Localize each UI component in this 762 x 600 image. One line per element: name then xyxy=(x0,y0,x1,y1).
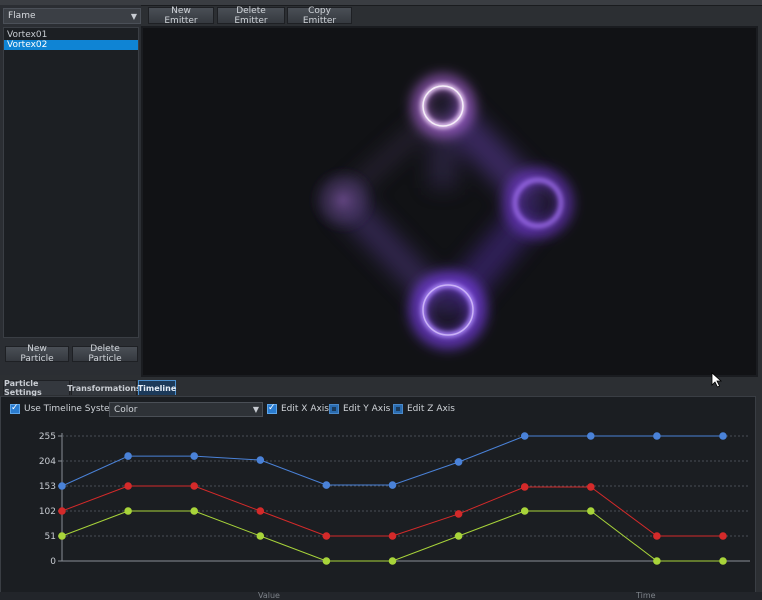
data-point xyxy=(190,482,198,490)
new-emitter-button[interactable]: New Emitter xyxy=(148,6,214,26)
data-point xyxy=(587,483,595,491)
new-particle-button[interactable]: New Particle xyxy=(5,344,69,364)
data-point xyxy=(388,557,397,565)
data-point xyxy=(653,557,661,565)
copy-emitter-button[interactable]: Copy Emitter xyxy=(287,6,352,26)
use-timeline-checkbox[interactable] xyxy=(10,403,20,414)
footer-value-label: Value xyxy=(258,591,280,600)
edit-z-axis-label: Edit Z Axis xyxy=(407,404,455,414)
y-tick-label: 204 xyxy=(39,457,56,467)
edit-z-axis-checkbox[interactable] xyxy=(393,404,403,414)
data-point xyxy=(124,507,132,515)
data-point xyxy=(454,510,463,518)
data-point xyxy=(256,507,265,515)
data-point xyxy=(653,432,661,440)
data-point xyxy=(388,532,397,540)
data-point xyxy=(587,507,595,515)
y-tick-label: 0 xyxy=(50,557,56,567)
data-point xyxy=(520,507,529,515)
edit-x-axis-label: Edit X Axis xyxy=(281,404,329,414)
data-point xyxy=(520,483,529,491)
list-item[interactable]: Vortex02 xyxy=(4,40,138,50)
data-point xyxy=(124,452,132,460)
mouse-cursor-icon xyxy=(711,372,723,388)
tab-timeline[interactable]: Timeline xyxy=(138,380,176,395)
footer-time-label: Time xyxy=(636,591,656,600)
particle-list-panel: Flame ▼ Vortex01 Vortex02 New Particle D… xyxy=(0,5,141,375)
y-tick-label: 153 xyxy=(39,482,56,492)
y-tick-label: 51 xyxy=(45,532,56,542)
data-point xyxy=(719,532,727,540)
data-point xyxy=(124,482,132,490)
use-timeline-label: Use Timeline System xyxy=(24,404,119,414)
particle-list[interactable]: Vortex01 Vortex02 xyxy=(3,27,139,338)
data-point xyxy=(719,432,727,440)
delete-emitter-button[interactable]: Delete Emitter xyxy=(217,6,285,26)
tab-transformations[interactable]: Transformations xyxy=(67,380,141,395)
data-point xyxy=(322,481,331,489)
timeline-chart[interactable]: 255 204 153 102 51 0 xyxy=(1,423,755,593)
edit-y-axis-checkbox[interactable] xyxy=(329,404,339,414)
data-point xyxy=(719,557,727,565)
data-point xyxy=(58,507,66,515)
data-point xyxy=(58,532,66,540)
data-point xyxy=(190,507,198,515)
data-point xyxy=(520,432,529,440)
data-point xyxy=(454,458,463,466)
data-point xyxy=(190,452,198,460)
particle-viewport[interactable] xyxy=(143,28,756,375)
data-point xyxy=(388,481,397,489)
particle-preview-render xyxy=(309,74,573,349)
data-point xyxy=(653,532,661,540)
y-tick-label: 102 xyxy=(39,507,56,517)
edit-x-axis-checkbox[interactable] xyxy=(267,403,277,414)
y-tick-label: 255 xyxy=(39,432,56,442)
system-select-value: Flame xyxy=(8,11,36,21)
data-point xyxy=(587,432,595,440)
data-point xyxy=(454,532,463,540)
data-point xyxy=(58,482,66,490)
system-select[interactable]: Flame ▼ xyxy=(3,8,141,24)
data-point xyxy=(322,557,331,565)
property-select[interactable]: Color ▼ xyxy=(109,402,263,417)
data-point xyxy=(322,532,331,540)
tab-particle-settings[interactable]: Particle Settings xyxy=(3,379,70,397)
timeline-panel: Use Timeline System Color ▼ Edit X Axis … xyxy=(0,396,756,600)
chevron-down-icon[interactable]: ▼ xyxy=(250,405,262,414)
delete-particle-button[interactable]: Delete Particle xyxy=(72,344,138,364)
chevron-down-icon[interactable]: ▼ xyxy=(128,9,140,23)
edit-y-axis-label: Edit Y Axis xyxy=(343,404,391,414)
property-select-value: Color xyxy=(114,404,138,415)
data-point xyxy=(256,456,265,464)
list-item[interactable]: Vortex01 xyxy=(4,30,138,40)
data-point xyxy=(256,532,265,540)
